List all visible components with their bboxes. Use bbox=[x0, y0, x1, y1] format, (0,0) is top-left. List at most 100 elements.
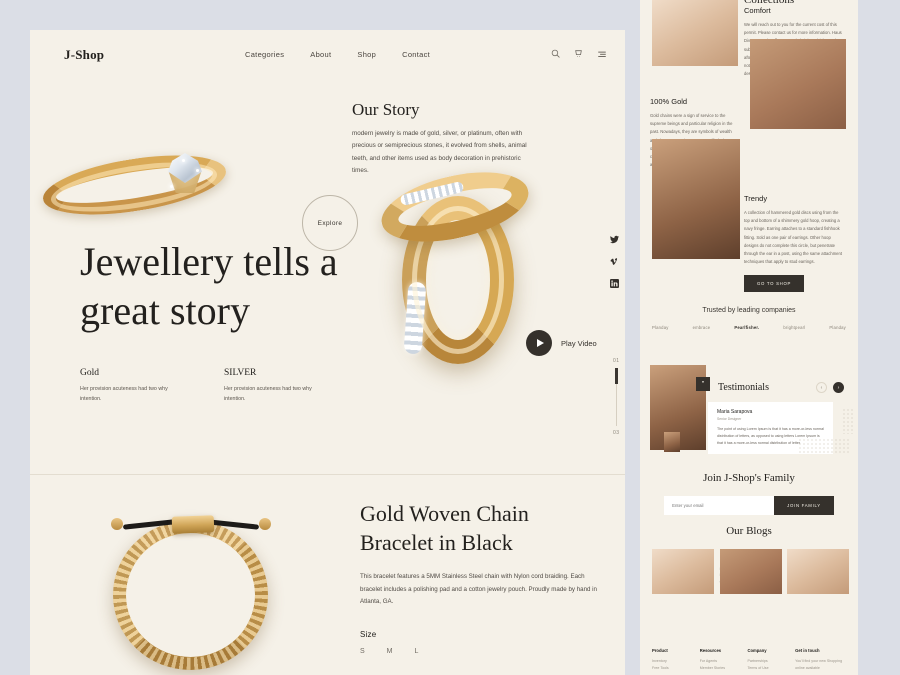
slide-current: 01 bbox=[613, 358, 620, 364]
trusted-title: Trusted by leading companies bbox=[702, 307, 796, 314]
footer-col-product: Product Inventory Free Tools bbox=[652, 648, 690, 672]
collection-comfort-title: Comfort bbox=[744, 6, 771, 15]
material-silver: SILVER Her provision acuteness had two w… bbox=[224, 368, 320, 404]
size-option-m[interactable]: M bbox=[387, 648, 393, 655]
product-title: Gold Woven Chain Bracelet in Black bbox=[360, 501, 529, 555]
footer-contact-text: You'll find your new Shopping online ava… bbox=[795, 659, 843, 670]
logo-pearlfisher: Pearlfisher. bbox=[734, 325, 760, 330]
footer-link-terms[interactable]: Terms of Use bbox=[747, 665, 785, 672]
material-silver-title: SILVER bbox=[224, 368, 257, 378]
cart-icon[interactable] bbox=[574, 49, 583, 58]
section-divider bbox=[30, 474, 625, 475]
play-video-button[interactable]: Play Video bbox=[526, 330, 597, 356]
testimonial-next-button[interactable]: › bbox=[833, 382, 844, 393]
footer-link-free-tools[interactable]: Free Tools bbox=[652, 665, 690, 672]
footer-col-contact: Get in touch You'll find your new Shoppi… bbox=[795, 648, 846, 672]
testimonial-role: Senior Designer bbox=[717, 417, 742, 421]
vimeo-icon[interactable] bbox=[610, 257, 619, 266]
blog-list: For Beauty Offending Belonging Promotion… bbox=[640, 549, 858, 594]
size-options: S M L bbox=[360, 648, 600, 655]
search-icon[interactable] bbox=[551, 49, 560, 58]
collection-ring-photo bbox=[652, 0, 738, 66]
footer-col-company: Company Partnerships Terms of Use bbox=[747, 648, 785, 672]
newsletter-section: Join J-Shop's Family JOIN FAMILY bbox=[640, 472, 858, 515]
primary-nav: Categories About Shop Contact bbox=[245, 50, 430, 59]
footer-link-for-agents[interactable]: For Agents bbox=[700, 658, 738, 665]
collection-trendy-title: Trendy bbox=[744, 194, 768, 203]
nav-item-categories[interactable]: Categories bbox=[245, 50, 284, 59]
testimonials-section: ” Testimonials ‹ › Maria Sarapova Senior… bbox=[640, 360, 858, 465]
explore-label: Explore bbox=[317, 219, 343, 227]
footer-col-resources: Resources For Agents Member Stories bbox=[700, 648, 738, 672]
product-detail: Gold Woven Chain Bracelet in Black This … bbox=[360, 500, 600, 675]
logo-embrace: embrace bbox=[692, 325, 711, 330]
collection-trendy: Trendy A collection of hammered gold dis… bbox=[744, 194, 844, 293]
blog-card-beauty[interactable]: For Beauty Offending Belonging Promotion… bbox=[652, 549, 714, 594]
blogs-section: Our Blogs For Beauty Offending Belonging… bbox=[640, 525, 858, 594]
material-gold: Gold Her provision acuteness had two why… bbox=[80, 368, 176, 404]
testimonial-prev-button[interactable]: ‹ bbox=[816, 382, 827, 393]
material-silver-body: Her provision acuteness had two why inte… bbox=[224, 386, 312, 403]
nav-item-shop[interactable]: Shop bbox=[357, 50, 376, 59]
size-option-s[interactable]: S bbox=[360, 648, 365, 655]
play-video-label: Play Video bbox=[561, 338, 597, 348]
dot-pattern-decoration-2 bbox=[842, 408, 854, 434]
secondary-canvas: Collections Comfort We will reach out to… bbox=[640, 0, 858, 675]
slide-track[interactable] bbox=[614, 368, 618, 426]
join-family-button[interactable]: JOIN FAMILY bbox=[774, 496, 834, 515]
slide-total: 03 bbox=[613, 430, 620, 436]
logo-planday-2: Planday bbox=[829, 325, 846, 330]
nav-item-contact[interactable]: Contact bbox=[402, 50, 430, 59]
footer-title-contact: Get in touch bbox=[795, 648, 820, 653]
collection-earring-photo bbox=[652, 139, 740, 259]
testimonial-nav: ‹ › bbox=[816, 382, 844, 393]
logo-planday-1: Planday bbox=[652, 325, 669, 330]
footer-link-inventory[interactable]: Inventory bbox=[652, 658, 690, 665]
collection-necklace-photo bbox=[750, 39, 846, 129]
email-input[interactable] bbox=[664, 496, 775, 515]
size-option-l[interactable]: L bbox=[415, 648, 419, 655]
logo-brightpearl: brightpearl bbox=[783, 325, 806, 330]
partner-logos: Planday embrace Pearlfisher. brightpearl… bbox=[640, 325, 858, 330]
go-to-shop-button[interactable]: GO TO SHOP bbox=[744, 275, 805, 293]
footer-title-company: Company bbox=[747, 648, 767, 653]
collection-gold-title: 100% Gold bbox=[650, 97, 688, 106]
play-icon bbox=[526, 330, 552, 356]
collection-trendy-body: A collection of hammered gold discs usin… bbox=[744, 210, 843, 265]
size-label: Size bbox=[360, 630, 377, 640]
newsletter-title: Join J-Shop's Family bbox=[703, 472, 795, 484]
footer-link-partnerships[interactable]: Partnerships bbox=[747, 658, 785, 665]
blog-image-comfort bbox=[787, 549, 850, 594]
brand-logo[interactable]: J-Shop bbox=[64, 47, 104, 63]
navbar: J-Shop Categories About Shop Contact bbox=[30, 30, 625, 82]
our-story-title: Our Story bbox=[352, 100, 420, 119]
newsletter-form: JOIN FAMILY bbox=[640, 496, 858, 515]
blog-image-quality bbox=[719, 549, 782, 594]
materials-list: Gold Her provision acuteness had two why… bbox=[80, 368, 320, 404]
linkedin-icon[interactable] bbox=[610, 279, 619, 288]
blog-card-quality[interactable]: Product Quality Blessing Welcomed Ladysh… bbox=[719, 549, 782, 594]
social-links bbox=[610, 235, 619, 288]
product-description: This bracelet features a 5MM Stainless S… bbox=[360, 573, 597, 605]
material-gold-body: Her provision acuteness had two why inte… bbox=[80, 386, 168, 403]
footer-link-member-stories[interactable]: Member Stories bbox=[700, 665, 738, 672]
header-actions bbox=[551, 49, 607, 58]
quote-icon: ” bbox=[696, 377, 710, 391]
material-gold-title: Gold bbox=[80, 368, 99, 378]
twitter-icon[interactable] bbox=[610, 235, 619, 244]
engagement-ring-image bbox=[30, 125, 270, 240]
blogs-title: Our Blogs bbox=[726, 525, 772, 537]
testimonial-thumb-3[interactable] bbox=[664, 432, 680, 452]
blog-card-comfort[interactable]: For Comfort Want Ity Little Before Cousi… bbox=[787, 549, 850, 594]
main-canvas: J-Shop Categories About Shop Contact Our… bbox=[30, 30, 625, 675]
blog-image-beauty bbox=[652, 549, 714, 594]
nav-item-about[interactable]: About bbox=[310, 50, 331, 59]
footer: Product Inventory Free Tools Resources F… bbox=[640, 648, 858, 672]
page-root: J-Shop Categories About Shop Contact Our… bbox=[0, 0, 900, 675]
bracelet-image bbox=[75, 510, 345, 675]
footer-title-resources: Resources bbox=[699, 648, 722, 653]
trusted-section: Trusted by leading companies Planday emb… bbox=[640, 307, 858, 330]
menu-icon[interactable] bbox=[597, 50, 607, 58]
our-story-block: Our Story modern jewelry is made of gold… bbox=[352, 100, 527, 177]
dot-pattern-decoration bbox=[798, 438, 850, 454]
